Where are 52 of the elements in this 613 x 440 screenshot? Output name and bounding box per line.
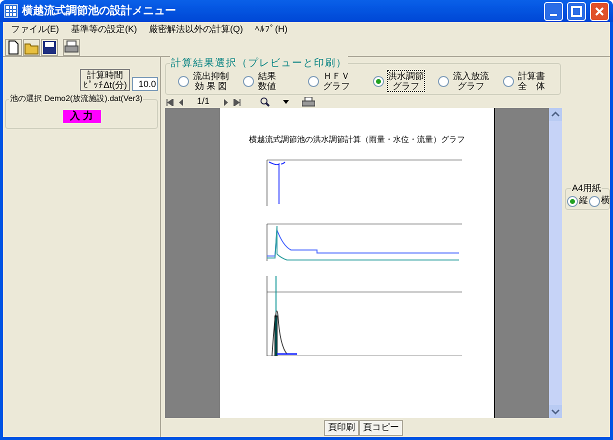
maximize-button[interactable] — [567, 2, 586, 20]
open-folder-icon[interactable] — [23, 38, 40, 56]
page-indicator: 1/1 — [197, 95, 210, 108]
option-label: 流出抑制 効 果 図 — [193, 71, 229, 91]
group-title: A4用紙 — [571, 182, 602, 196]
radio-button[interactable] — [308, 76, 319, 86]
option-label: ＨＦＶ グラフ — [323, 71, 350, 91]
option-label: 結果 数値 — [258, 71, 276, 91]
radio-button[interactable] — [503, 76, 514, 86]
close-button[interactable] — [590, 2, 609, 20]
page-button[interactable]: 頁印刷 — [324, 420, 359, 436]
radio-button[interactable] — [178, 76, 189, 86]
calc-time-label: 計算時間 ﾋﾟｯﾁΔt(分) — [80, 69, 130, 91]
last-page-button[interactable] — [232, 96, 242, 108]
first-page-icon — [166, 98, 174, 106]
new-file-icon[interactable] — [5, 38, 22, 56]
radio-button[interactable] — [589, 196, 600, 206]
radio-button[interactable] — [373, 76, 384, 86]
radio-button[interactable] — [567, 196, 578, 206]
option-label: 横 — [601, 194, 610, 208]
caret-icon — [282, 100, 289, 104]
scroll-down-button[interactable] — [549, 405, 562, 418]
page-button[interactable]: 頁コピー — [359, 420, 403, 436]
last-page-icon — [232, 98, 241, 106]
option-label: 縦 — [579, 194, 588, 208]
group-title: 計算結果選択（プレビューと印刷） — [170, 56, 348, 71]
option-label: 計算書 全 体 — [518, 71, 545, 91]
window-title: 横越流式調節池の設計メニュー — [22, 4, 177, 19]
menu-item[interactable]: ファイル(E) — [11, 23, 59, 37]
time-input-field[interactable]: 10.0 — [132, 77, 158, 91]
input-button[interactable]: 入 力 — [62, 110, 100, 123]
scrollbar[interactable] — [549, 108, 562, 418]
menu-item[interactable]: ﾍﾙﾌﾟ(H) — [255, 23, 288, 37]
option-label: 洪水調節 グラフ — [388, 71, 424, 91]
radio-button[interactable] — [438, 76, 449, 86]
magnifier-icon — [260, 97, 270, 107]
app-icon — [4, 4, 18, 18]
graph-title: 横越流式調節池の洪水調節計算（雨量・水位・流量）グラフ — [249, 134, 465, 146]
save-icon[interactable] — [41, 38, 58, 56]
printer-icon[interactable] — [63, 38, 80, 56]
right-triangle-icon — [222, 98, 229, 106]
minimize-icon — [550, 14, 557, 16]
option-label: 流入放流 グラフ — [453, 71, 489, 91]
minimize-button[interactable] — [544, 2, 563, 20]
scroll-up-button[interactable] — [549, 108, 562, 121]
left-triangle-icon — [178, 98, 184, 106]
maximize-icon — [569, 4, 584, 18]
menu-item[interactable]: 厳密解法以外の計算(Q) — [149, 23, 243, 37]
radio-button[interactable] — [243, 76, 254, 86]
first-page-button[interactable] — [165, 96, 175, 108]
menu-item[interactable]: 基準等の設定(K) — [71, 23, 137, 37]
group-title: 池の選択 Demo2(放流施設).dat(Ver3) — [9, 93, 144, 105]
